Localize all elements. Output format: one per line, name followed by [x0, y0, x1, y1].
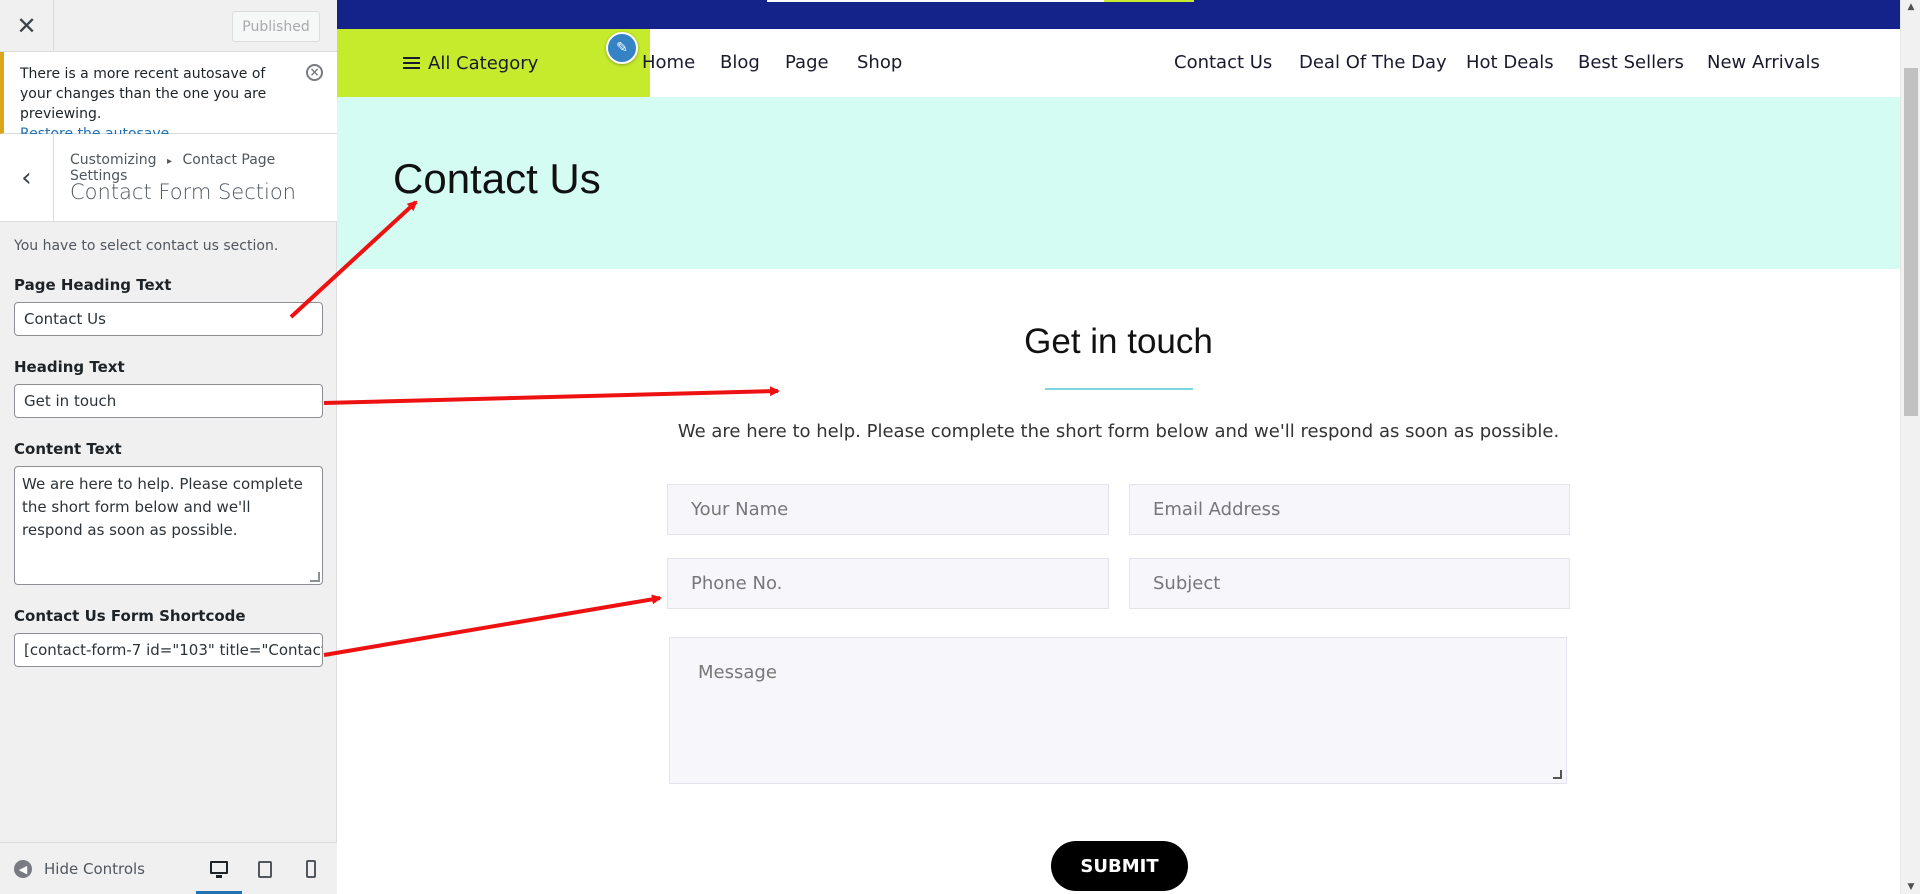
- mobile-icon[interactable]: [288, 843, 334, 894]
- top-bar: [337, 0, 1900, 29]
- site-preview: All Category ✎ Home Blog Page Shop Conta…: [337, 0, 1900, 894]
- collapse-icon: ◀: [14, 860, 32, 878]
- section-description: You have to select contact us section.: [14, 238, 279, 254]
- shortcode-label: Contact Us Form Shortcode: [14, 607, 246, 625]
- scroll-down-icon[interactable]: ▼: [1901, 880, 1920, 894]
- customizer-footer: ◀ Hide Controls: [0, 842, 337, 894]
- pencil-icon[interactable]: ✎: [606, 32, 638, 64]
- section-content-text: We are here to help. Please complete the…: [677, 421, 1560, 442]
- tablet-icon[interactable]: [242, 843, 288, 894]
- section-header: ‹ Customizing ▸ Contact Page Settings Co…: [0, 134, 337, 222]
- search-bar[interactable]: [767, 0, 1104, 2]
- all-category-label: All Category: [428, 52, 539, 74]
- page-heading-label: Page Heading Text: [14, 276, 172, 294]
- nav-page[interactable]: Page: [785, 29, 829, 97]
- nav-new-arrivals[interactable]: New Arrivals: [1707, 29, 1820, 97]
- nav-home[interactable]: Home: [642, 29, 695, 97]
- heading-underline: [1045, 388, 1193, 390]
- customizer-sidebar: ✕ Published There is a more recent autos…: [0, 0, 337, 894]
- chevron-left-icon[interactable]: ‹: [0, 134, 54, 222]
- submit-button[interactable]: SUBMIT: [1051, 841, 1188, 891]
- autosave-notice-text: There is a more recent autosave of your …: [20, 66, 267, 122]
- content-text-value: We are here to help. Please complete the…: [22, 475, 303, 539]
- hamburger-menu-icon: [403, 54, 420, 72]
- nav-blog[interactable]: Blog: [720, 29, 760, 97]
- scroll-up-icon[interactable]: ▲: [1901, 0, 1920, 14]
- published-button[interactable]: Published: [232, 11, 320, 42]
- page-banner: Contact Us: [337, 97, 1900, 269]
- nav-contact-us[interactable]: Contact Us: [1174, 29, 1272, 97]
- email-input[interactable]: Email Address: [1129, 484, 1570, 535]
- nav-hot-deals[interactable]: Hot Deals: [1466, 29, 1554, 97]
- vertical-scrollbar[interactable]: ▲ ▼: [1900, 0, 1920, 894]
- section-title: Contact Form Section: [70, 180, 296, 204]
- section-heading: Get in touch: [1024, 322, 1213, 361]
- phone-input[interactable]: Phone No.: [667, 558, 1109, 609]
- nav-shop[interactable]: Shop: [857, 29, 902, 97]
- message-placeholder: Message: [698, 662, 777, 683]
- hide-controls-button[interactable]: ◀ Hide Controls: [14, 843, 145, 894]
- nav-deal-of-the-day[interactable]: Deal Of The Day: [1299, 29, 1447, 97]
- nav-best-sellers[interactable]: Best Sellers: [1578, 29, 1684, 97]
- content-text-label: Content Text: [14, 440, 122, 458]
- section-controls: You have to select contact us section. P…: [14, 238, 324, 689]
- name-input[interactable]: Your Name: [667, 484, 1109, 535]
- breadcrumb-separator: ▸: [166, 156, 173, 167]
- message-textarea[interactable]: Message: [669, 637, 1567, 784]
- main-navigation: All Category ✎ Home Blog Page Shop Conta…: [337, 29, 1900, 97]
- subject-input[interactable]: Subject: [1129, 558, 1570, 609]
- shortcode-input[interactable]: [contact-form-7 id="103" title="Contact …: [14, 633, 323, 667]
- search-button[interactable]: [1104, 0, 1194, 2]
- heading-text-label: Heading Text: [14, 358, 125, 376]
- hide-controls-label: Hide Controls: [44, 860, 146, 878]
- dismiss-icon[interactable]: ×: [306, 64, 323, 81]
- all-category-button[interactable]: All Category: [337, 29, 650, 97]
- page-title: Contact Us: [393, 155, 601, 202]
- content-text-textarea[interactable]: We are here to help. Please complete the…: [14, 466, 323, 585]
- breadcrumb-parent: Customizing: [70, 152, 157, 168]
- resize-handle-icon[interactable]: [1553, 770, 1562, 779]
- resize-handle-icon[interactable]: [310, 572, 320, 582]
- page-heading-input[interactable]: Contact Us: [14, 302, 323, 336]
- autosave-notice: There is a more recent autosave of your …: [0, 52, 337, 142]
- heading-text-input[interactable]: Get in touch: [14, 384, 323, 418]
- close-icon[interactable]: ✕: [0, 0, 54, 52]
- desktop-icon[interactable]: [196, 843, 242, 894]
- scrollbar-thumb[interactable]: [1904, 68, 1918, 416]
- customizer-header: ✕ Published: [0, 0, 337, 52]
